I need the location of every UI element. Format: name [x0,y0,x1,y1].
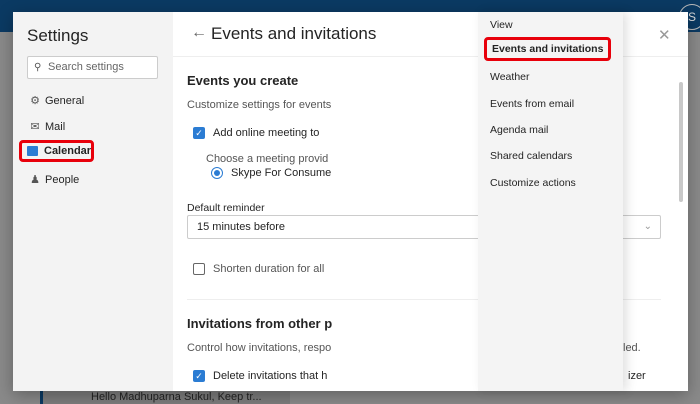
menu-item-weather[interactable]: Weather [490,71,530,83]
provider-label: Choose a meeting provid [206,153,329,165]
back-arrow-icon[interactable]: ← [191,24,207,42]
section-description: Control how invitations, respo [187,342,332,354]
nav-item-people[interactable]: ♟ People [25,169,145,191]
menu-item-events-from-email[interactable]: Events from email [490,98,574,110]
settings-dialog: Settings ⚲ Search settings ⚙ General ✉ Mail… [13,12,688,391]
settings-nav: Settings ⚲ Search settings ⚙ General ✉ Mail… [13,12,173,391]
gear-icon: ⚙ [30,95,40,107]
menu-item-events-and-invitations[interactable]: Events and invitations [484,37,612,61]
chevron-down-icon: ⌄ [643,221,652,232]
settings-content: ← Events and invitations ✕ Events you cr… [173,12,688,391]
menu-item-customize-actions[interactable]: Customize actions [490,177,576,189]
nav-label: Calendar [44,145,92,157]
nav-label: General [45,95,85,107]
checkbox-label: Add online meeting to [213,127,320,139]
nav-item-calendar[interactable]: Calendar [19,140,94,162]
mail-icon: ✉ [30,121,40,133]
settings-title: Settings [27,26,89,45]
search-settings-input[interactable]: ⚲ Search settings [27,56,158,79]
people-icon: ♟ [30,174,40,186]
nav-label: People [45,174,80,186]
search-icon: ⚲ [34,62,42,73]
reminder-label: Default reminder [187,202,265,214]
select-value: 15 minutes before [197,221,286,233]
checkbox-label: Shorten duration for all [213,263,325,275]
calendar-icon [27,146,38,156]
section-description-tail: led. [623,342,641,354]
delete-invitations-checkbox[interactable]: ✓ [193,370,205,382]
provider-radio[interactable] [211,167,223,179]
menu-item-shared-calendars[interactable]: Shared calendars [490,150,572,162]
checkbox-label: Delete invitations that h [213,370,328,382]
checkbox-label-tail: izer [628,370,646,382]
search-placeholder: Search settings [48,61,124,73]
scrollbar-thumb[interactable] [679,82,683,202]
section-description: Customize settings for events [187,99,332,111]
shorten-duration-checkbox[interactable] [193,263,205,275]
close-icon[interactable]: ✕ [658,26,671,44]
menu-item-agenda-mail[interactable]: Agenda mail [490,124,548,136]
section-heading: Events you create [187,73,299,88]
nav-label: Mail [45,121,66,133]
add-online-meeting-checkbox[interactable]: ✓ [193,127,205,139]
menu-item-view[interactable]: View [490,19,513,31]
background-message-preview: Hello Madhuparna Sukul, Keep tr... [40,391,290,404]
provider-option: Skype For Consume [231,167,332,179]
section-heading: Invitations from other p [187,316,333,331]
page-title: Events and invitations [211,24,377,43]
nav-item-mail[interactable]: ✉ Mail [25,116,145,138]
scrollbar[interactable] [678,64,684,384]
calendar-submenu: View Events and invitations Weather Even… [478,12,623,391]
nav-item-general[interactable]: ⚙ General [25,90,145,112]
